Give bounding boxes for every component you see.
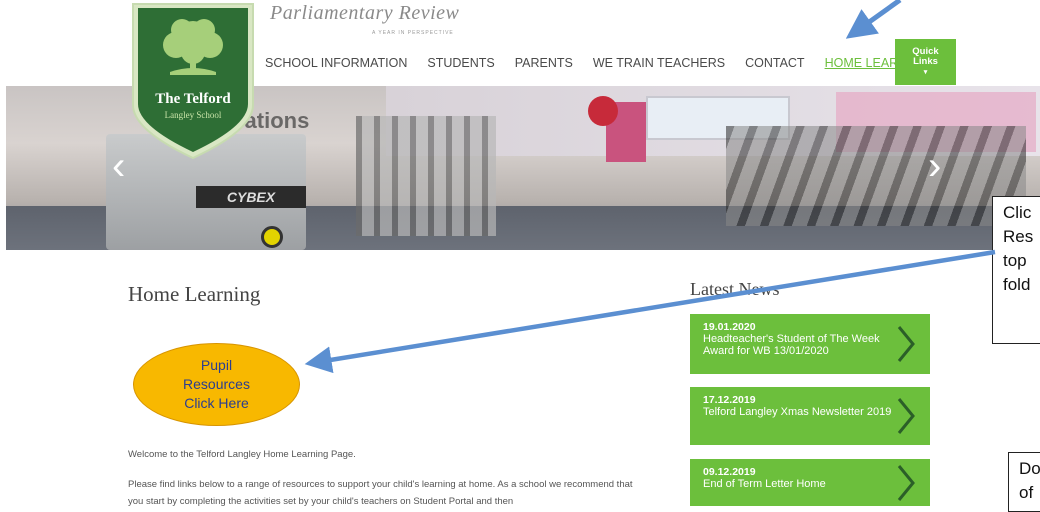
nav-item-contact[interactable]: CONTACT	[745, 56, 805, 70]
chevron-down-icon: ▾	[923, 69, 928, 76]
nav-item-parents[interactable]: PARENTS	[515, 56, 573, 70]
chevron-right-icon	[897, 398, 915, 434]
main-nav: SCHOOL INFORMATION STUDENTS PARENTS WE T…	[265, 56, 949, 70]
callout-line: fold	[1003, 275, 1031, 294]
slider-prev-button[interactable]: ‹	[112, 146, 125, 186]
brand-tagline: A YEAR IN PERSPECTIVE	[372, 30, 454, 36]
telford-langley-shield-logo[interactable]: The Telford Langley School	[130, 0, 256, 160]
slider-next-button[interactable]: ›	[928, 146, 941, 186]
callout-line: of	[1019, 483, 1034, 502]
chevron-right-icon	[897, 326, 915, 362]
nav-item-we-train-teachers[interactable]: WE TRAIN TEACHERS	[593, 56, 725, 70]
news-text: Telford Langley Xmas Newsletter 2019	[703, 406, 892, 418]
logo-title: The Telford	[155, 91, 231, 107]
news-item[interactable]: 17.12.2019 Telford Langley Xmas Newslett…	[690, 387, 930, 445]
news-item[interactable]: 09.12.2019 End of Term Letter Home	[690, 459, 930, 506]
nav-item-school-information[interactable]: SCHOOL INFORMATION	[265, 56, 407, 70]
logo-subtitle: Langley School	[165, 110, 222, 120]
annotation-callout-top: Clic Res top fold	[992, 196, 1040, 344]
parliamentary-review-logo[interactable]: Parliamentary Review	[270, 2, 459, 25]
callout-line: Do	[1019, 459, 1040, 478]
news-item[interactable]: 19.01.2020 Headteacher's Student of The …	[690, 314, 930, 374]
intro-paragraph: Please find links below to a range of re…	[128, 479, 633, 507]
callout-line: top	[1003, 251, 1027, 270]
page-title: Home Learning	[128, 282, 261, 306]
quick-links-button[interactable]: Quick Links ▾	[895, 39, 956, 85]
latest-news-heading: Latest News	[690, 279, 780, 299]
quick-links-label-2: Links	[913, 56, 938, 67]
chevron-right-icon	[897, 464, 915, 501]
pupil-btn-line-1: Pupil	[200, 357, 233, 373]
pupil-resources-button[interactable]: Pupil Resources Click Here	[133, 343, 300, 426]
pupil-btn-line-3: Click Here	[184, 395, 249, 411]
news-text: End of Term Letter Home	[703, 478, 826, 490]
callout-line: Res	[1003, 227, 1034, 246]
annotation-callout-bottom: Do of	[1008, 452, 1040, 512]
arrow-to-home-learning	[845, 0, 902, 39]
news-text: Headteacher's Student of The Week Award …	[703, 333, 880, 357]
welcome-text: Welcome to the Telford Langley Home Lear…	[128, 449, 356, 460]
pupil-btn-line-2: Resources	[183, 376, 250, 392]
nav-item-students[interactable]: STUDENTS	[427, 56, 494, 70]
cybex-plate: CYBEX	[196, 186, 306, 208]
exercise-ball	[588, 96, 618, 126]
callout-line: Clic	[1003, 203, 1032, 222]
